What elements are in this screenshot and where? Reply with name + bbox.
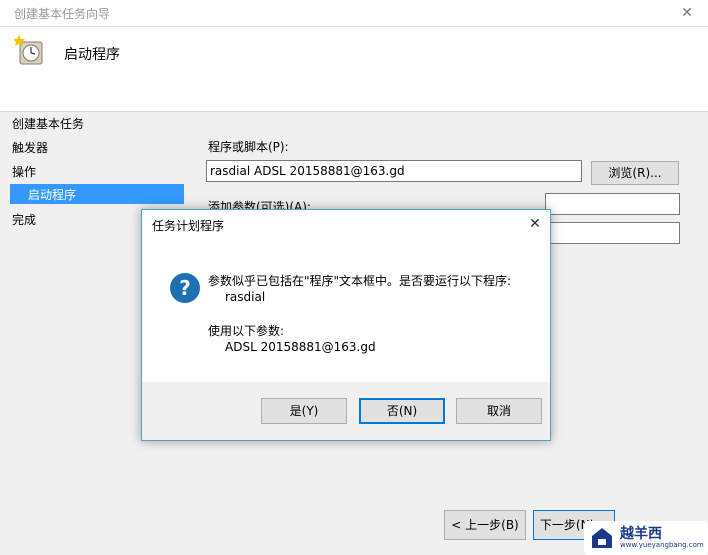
start-in-input[interactable]	[545, 222, 680, 244]
step-start-program-active: 启动程序	[10, 184, 184, 204]
wizard-header: 启动程序	[0, 27, 708, 112]
dialog-message-args: ADSL 20158881@163.gd	[225, 340, 376, 354]
no-button[interactable]: 否(N)	[359, 398, 445, 424]
dialog-close-button[interactable]: ✕	[524, 213, 546, 235]
watermark-url: www.yueyangbang.com	[620, 541, 704, 549]
window-title: 创建基本任务向导	[14, 7, 111, 21]
svg-text:?: ?	[179, 276, 191, 300]
step-create-basic-task: 创建基本任务	[12, 117, 85, 131]
window-close-button[interactable]: ✕	[676, 3, 698, 23]
back-button[interactable]: < 上一步(B)	[444, 510, 526, 540]
args-input[interactable]	[545, 193, 680, 215]
cancel-button[interactable]: 取消	[456, 398, 542, 424]
dialog-message-line1: 参数似乎已包括在"程序"文本框中。是否要运行以下程序:	[208, 274, 512, 288]
dialog-title: 任务计划程序	[152, 219, 225, 233]
step-start-program-label: 启动程序	[28, 188, 77, 202]
title-bar: 创建基本任务向导 ✕	[0, 0, 708, 27]
watermark-text: 越羊西	[620, 526, 662, 542]
step-finish: 完成	[12, 213, 37, 227]
clock-icon	[14, 35, 43, 65]
dialog-message-program: rasdial	[225, 290, 266, 304]
dialog-message-line3: 使用以下参数:	[208, 324, 285, 338]
page-title: 启动程序	[64, 47, 120, 63]
yes-button[interactable]: 是(Y)	[261, 398, 347, 424]
step-trigger: 触发器	[12, 141, 49, 155]
question-icon: ?	[170, 273, 200, 303]
step-action: 操作	[12, 165, 37, 179]
watermark-logo-icon	[592, 528, 612, 548]
confirm-dialog: 任务计划程序 ✕ ? 参数似乎已包括在"程序"文本框中。是否要运行以下程序: r…	[141, 209, 551, 441]
browse-button[interactable]: 浏览(R)...	[591, 161, 679, 185]
watermark: 越羊西 www.yueyangbang.com	[584, 521, 708, 555]
program-input[interactable]: rasdial ADSL 20158881@163.gd	[206, 160, 582, 182]
program-label: 程序或脚本(P):	[208, 140, 289, 154]
